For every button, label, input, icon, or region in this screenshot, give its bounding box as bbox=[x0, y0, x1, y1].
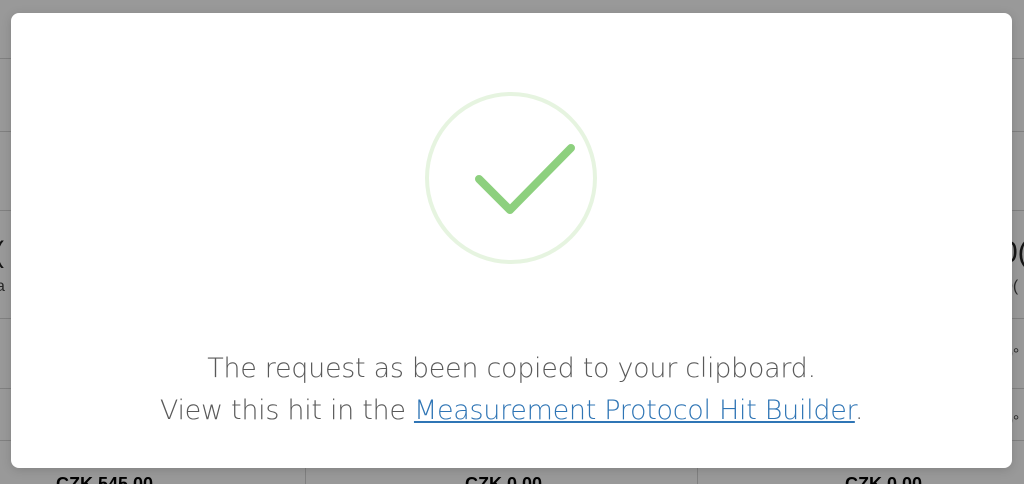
message-line-2-prefix: View this hit in the bbox=[159, 395, 414, 426]
hit-builder-link[interactable]: Measurement Protocol Hit Builder bbox=[414, 395, 855, 426]
message-line-2: View this hit in the Measurement Protoco… bbox=[11, 390, 1012, 432]
checkmark-success-icon bbox=[425, 92, 597, 264]
success-dialog: The request as been copied to your clipb… bbox=[11, 13, 1012, 468]
confirmation-message: The request as been copied to your clipb… bbox=[11, 348, 1012, 432]
message-line-1: The request as been copied to your clipb… bbox=[207, 353, 816, 384]
message-line-2-suffix: . bbox=[854, 395, 864, 426]
